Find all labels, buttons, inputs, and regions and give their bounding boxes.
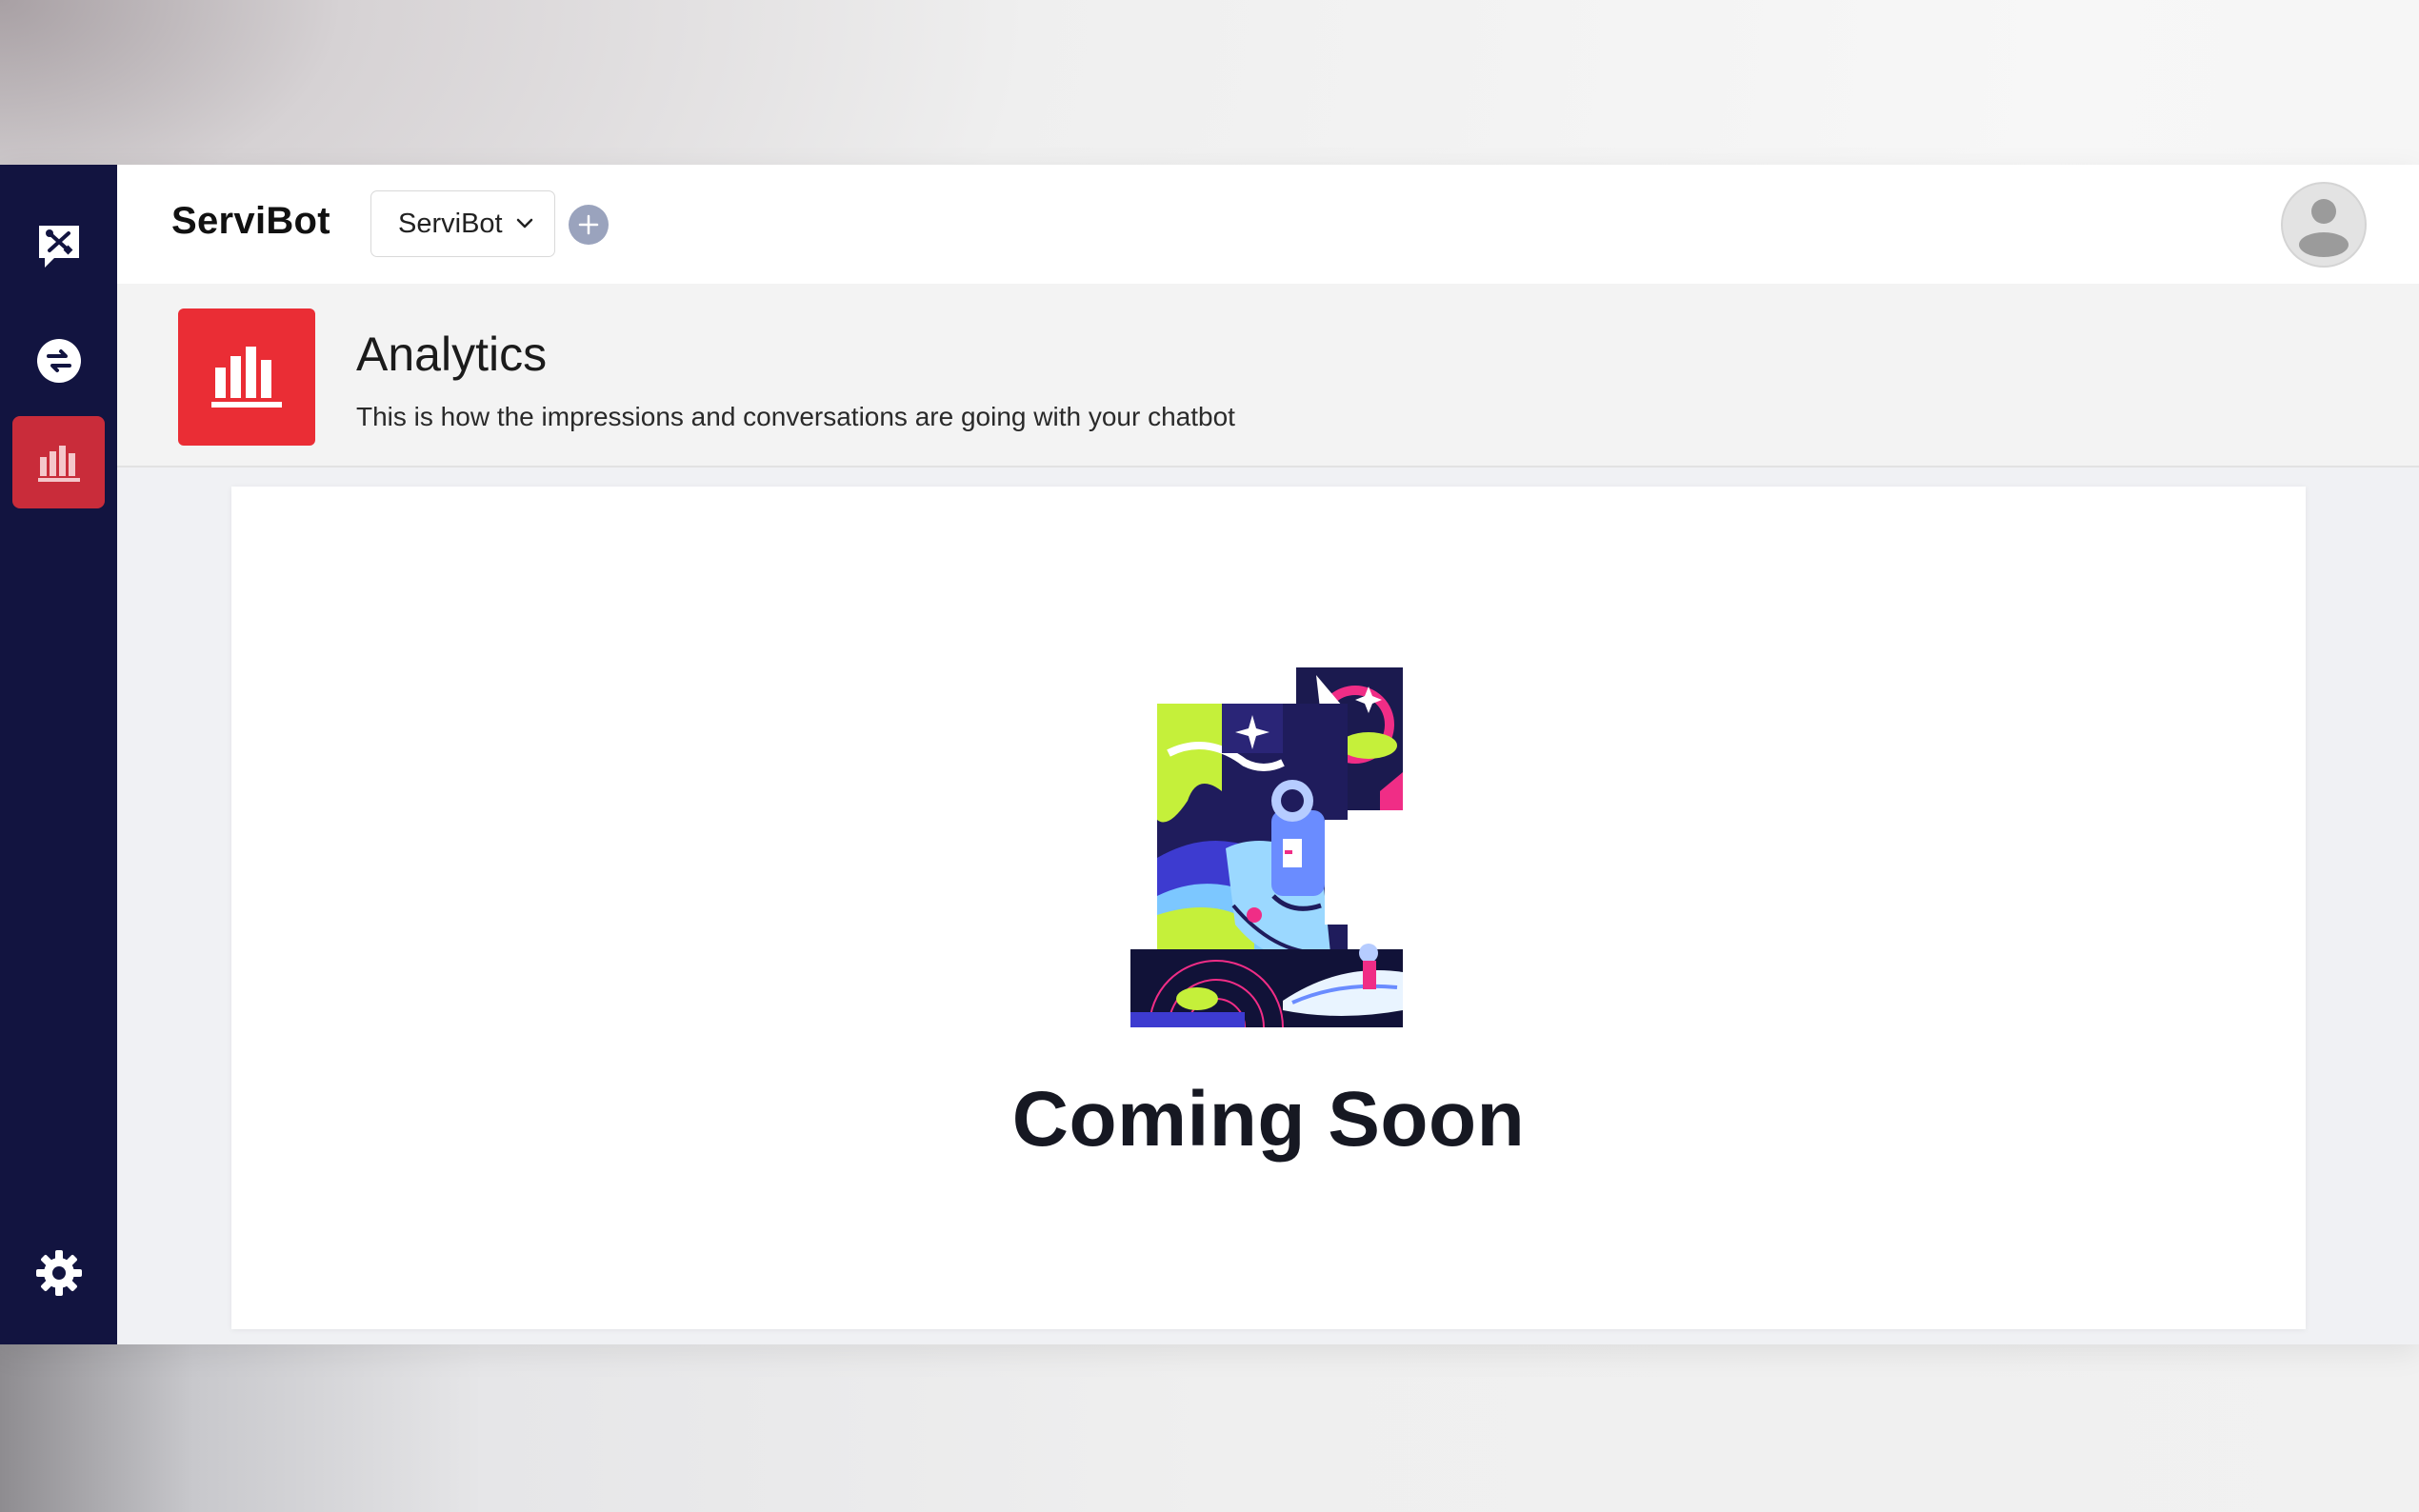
integrations-icon [36,338,81,383]
plus-icon [578,214,599,235]
coming-soon-card: Coming Soon [231,487,2306,1329]
user-icon [2299,199,2349,257]
page-subtitle: This is how the impressions and conversa… [356,402,1235,431]
analytics-header-icon [178,308,315,446]
page-header: Analytics This is how the impressions an… [117,284,2419,468]
sidebar-item-bot-builder[interactable] [12,200,105,292]
add-bot-button[interactable] [569,205,609,245]
chevron-down-icon [516,218,533,229]
top-bar: ServiBot ServiBot [117,165,2419,284]
bot-selector-value: ServiBot [398,208,503,239]
analytics-icon [37,445,80,482]
brand-logo-text: ServiBot [171,200,330,242]
backdrop [0,1344,2419,1512]
sidebar-item-integrations[interactable] [12,314,105,407]
gear-icon [35,1249,82,1296]
sidebar-item-analytics[interactable] [12,416,105,508]
app-window: ServiBot ServiBot Analytics This is how … [0,165,2419,1344]
chat-tools-icon [38,225,79,268]
bar-chart-icon [211,347,282,408]
sidebar [0,165,117,1344]
coming-soon-heading: Coming Soon [1011,1076,1526,1163]
user-avatar[interactable] [2281,182,2367,268]
space-illustration [1130,667,1403,1027]
sidebar-item-settings[interactable] [12,1226,105,1319]
page-title: Analytics [356,328,548,381]
bot-selector-dropdown[interactable]: ServiBot [370,190,555,257]
